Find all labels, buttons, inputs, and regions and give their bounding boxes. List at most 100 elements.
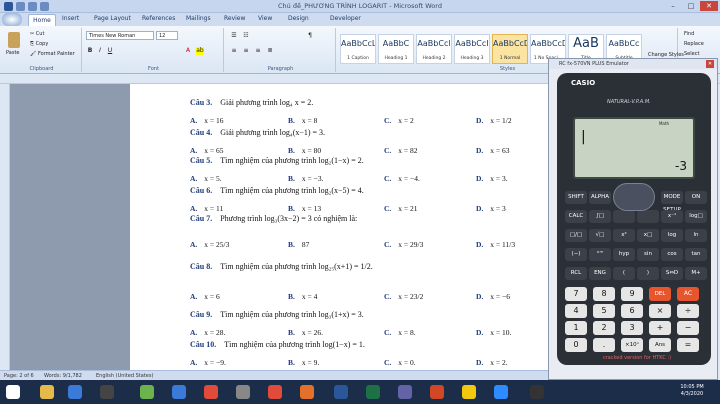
calc-num-key[interactable]: AC <box>677 287 699 301</box>
calc-num-key[interactable]: 7 <box>565 287 587 301</box>
tab-view[interactable]: View <box>258 15 272 22</box>
font-name-select[interactable]: Times New Roman <box>86 31 154 40</box>
app-icon[interactable] <box>100 385 114 399</box>
calc-key[interactable]: S⇔D <box>661 267 683 280</box>
calc-key[interactable]: RCL <box>565 267 587 280</box>
calc-key[interactable]: √□ <box>589 229 611 242</box>
underline-button[interactable]: U <box>106 47 114 55</box>
calc-num-key[interactable]: . <box>593 338 615 352</box>
calc-key[interactable]: M+ <box>685 267 707 280</box>
language-status[interactable]: English (United States) <box>96 373 153 379</box>
calc-close-button[interactable]: ✕ <box>706 60 714 68</box>
paste-button[interactable]: Paste <box>6 50 20 56</box>
teams-icon[interactable] <box>398 385 412 399</box>
zoom-icon[interactable] <box>494 385 508 399</box>
calc-key[interactable]: hyp <box>613 248 635 261</box>
close-button[interactable]: ✕ <box>700 1 718 11</box>
calc-num-key[interactable]: 9 <box>621 287 643 301</box>
tab-design[interactable]: Design <box>288 15 309 22</box>
calc-key[interactable]: log□ <box>685 210 707 223</box>
calc-key[interactable]: cos <box>661 248 683 261</box>
document-page[interactable]: Câu 3. Giải phương trình log₄ x = 2. A. x =… <box>130 84 548 370</box>
calc-key[interactable]: □/□ <box>565 229 587 242</box>
calc-key[interactable]: ( <box>613 267 635 280</box>
calc-key[interactable]: ∫□ <box>589 210 611 223</box>
calc-num-key[interactable]: = <box>677 338 699 352</box>
calc-num-key[interactable]: 0 <box>565 338 587 352</box>
calc-num-key[interactable]: ×10ˣ <box>621 338 643 352</box>
calc-key[interactable]: (−) <box>565 248 587 261</box>
app-icon[interactable] <box>462 385 476 399</box>
numbering-icon[interactable]: ☷ <box>242 32 250 40</box>
calc-key[interactable]: x□ <box>637 229 659 242</box>
calc-num-key[interactable]: 3 <box>621 321 643 335</box>
vertical-ruler[interactable] <box>0 84 10 370</box>
calc-replay-dpad[interactable] <box>613 183 655 211</box>
file-explorer-icon[interactable] <box>40 385 54 399</box>
font-size-select[interactable]: 12 <box>156 31 178 40</box>
app-icon[interactable] <box>140 385 154 399</box>
calc-key[interactable] <box>613 210 635 223</box>
align-right-icon[interactable]: ≡ <box>254 47 262 55</box>
find-button[interactable]: Find <box>684 31 694 37</box>
system-clock[interactable]: 10:05 PM 4/3/2020 <box>672 384 712 398</box>
word-taskbar-icon[interactable] <box>334 385 348 399</box>
app-icon[interactable] <box>268 385 282 399</box>
calc-num-key[interactable]: + <box>649 321 671 335</box>
tab-developer[interactable]: Developer <box>330 15 361 22</box>
app-icon[interactable] <box>236 385 250 399</box>
align-left-icon[interactable]: ≡ <box>230 47 238 55</box>
calc-num-key[interactable]: 1 <box>565 321 587 335</box>
calc-num-key[interactable]: 5 <box>593 304 615 318</box>
minimize-button[interactable]: – <box>664 1 682 11</box>
calc-key[interactable]: x⁻¹ <box>661 210 683 223</box>
calc-key[interactable]: log <box>661 229 683 242</box>
calc-key[interactable]: x² <box>613 229 635 242</box>
powerpoint-icon[interactable] <box>430 385 444 399</box>
calc-num-key[interactable]: × <box>649 304 671 318</box>
tab-review[interactable]: Review <box>224 15 245 22</box>
font-color-icon[interactable]: A <box>184 47 192 55</box>
calc-num-key[interactable]: 2 <box>593 321 615 335</box>
calc-key[interactable]: tan <box>685 248 707 261</box>
select-button[interactable]: Select <box>684 51 699 57</box>
cut-button[interactable]: ✂ Cut <box>30 31 44 37</box>
calc-num-key[interactable]: 6 <box>621 304 643 318</box>
calc-key[interactable]: ) <box>637 267 659 280</box>
calc-key[interactable]: °'" <box>589 248 611 261</box>
tab-insert[interactable]: Insert <box>62 15 79 22</box>
calc-key[interactable]: SHIFT <box>565 191 587 204</box>
style-caption[interactable]: AaBbCcL 1 Caption <box>340 34 376 64</box>
maximize-button[interactable]: □ <box>682 1 700 11</box>
calc-key[interactable]: ln <box>685 229 707 242</box>
calc-key[interactable] <box>637 210 659 223</box>
tab-page-layout[interactable]: Page Layout <box>94 15 131 22</box>
calc-num-key[interactable]: Ans <box>649 338 671 352</box>
firefox-icon[interactable] <box>300 385 314 399</box>
calc-num-key[interactable]: − <box>677 321 699 335</box>
style-heading-3[interactable]: AaBbCcI Heading 3 <box>454 34 490 64</box>
show-marks-icon[interactable]: ¶ <box>306 32 314 40</box>
style-heading-1[interactable]: AaBbC Heading 1 <box>378 34 414 64</box>
calculator-taskbar-icon[interactable] <box>530 385 544 399</box>
italic-button[interactable]: I <box>96 47 104 55</box>
calc-key[interactable]: sin <box>637 248 659 261</box>
calc-num-key[interactable]: ÷ <box>677 304 699 318</box>
calc-num-key[interactable]: 8 <box>593 287 615 301</box>
replace-button[interactable]: Replace <box>684 41 704 47</box>
calc-key[interactable]: ALPHA <box>589 191 611 204</box>
start-icon[interactable] <box>6 385 20 399</box>
format-painter-button[interactable]: 🖌 Format Painter <box>30 51 75 57</box>
office-button[interactable] <box>2 13 22 26</box>
app-icon[interactable] <box>172 385 186 399</box>
bold-button[interactable]: B <box>86 47 94 55</box>
highlight-icon[interactable]: ab <box>196 47 204 55</box>
bullets-icon[interactable]: ☰ <box>230 32 238 40</box>
excel-icon[interactable] <box>366 385 380 399</box>
page-count[interactable]: Page: 2 of 6 <box>4 373 34 379</box>
chrome-icon[interactable] <box>204 385 218 399</box>
style-heading-2[interactable]: AaBbCcl Heading 2 <box>416 34 452 64</box>
word-count[interactable]: Words: 9/1,782 <box>44 373 82 379</box>
calc-key[interactable]: CALC <box>565 210 587 223</box>
style-normal[interactable]: AaBbCcD 1 Normal <box>492 34 528 64</box>
